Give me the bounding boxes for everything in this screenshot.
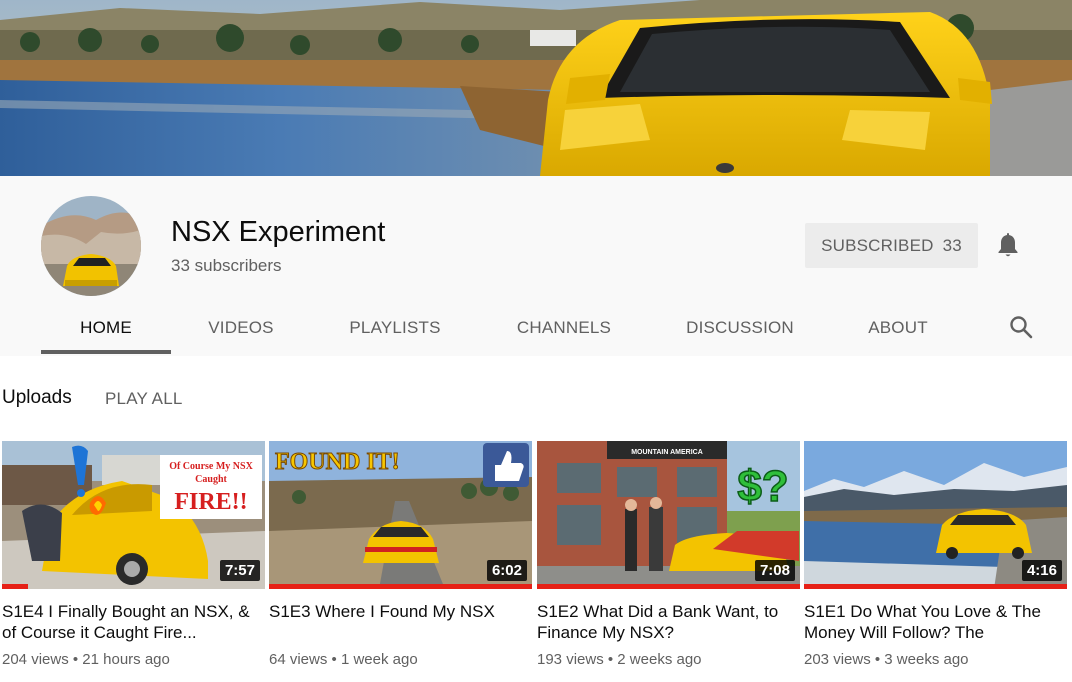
bell-icon[interactable] bbox=[996, 233, 1020, 259]
subscriber-count: 33 subscribers bbox=[171, 256, 282, 275]
uploads-heading: Uploads bbox=[2, 387, 72, 408]
video-duration: 7:08 bbox=[754, 560, 795, 581]
channel-tabs: HOME VIDEOS PLAYLISTS CHANNELS DISCUSSIO… bbox=[0, 304, 1072, 356]
play-all-button[interactable]: PLAY ALL bbox=[105, 389, 183, 409]
tab-home[interactable]: HOME bbox=[41, 304, 171, 352]
video-thumbnail[interactable]: 4:16 bbox=[804, 441, 1067, 589]
banner-image bbox=[0, 0, 1072, 176]
subscribed-count: 33 bbox=[942, 235, 962, 255]
thumb-overlay-text: $? bbox=[737, 462, 788, 511]
channel-banner bbox=[0, 0, 1072, 176]
video-card[interactable]: FOUND IT! 6:02 S1E3 Where I Found My NSX… bbox=[269, 441, 532, 668]
video-duration: 6:02 bbox=[486, 560, 527, 581]
tab-channels[interactable]: CHANNELS bbox=[498, 304, 630, 352]
video-title[interactable]: S1E4 I Finally Bought an NSX, & of Cours… bbox=[2, 601, 265, 643]
video-age: 1 week ago bbox=[340, 651, 418, 668]
video-meta: 204 views • 21 hours ago bbox=[2, 651, 265, 668]
video-duration: 7:57 bbox=[219, 560, 260, 581]
video-meta: 203 views • 3 weeks ago bbox=[804, 651, 1067, 668]
avatar-image bbox=[41, 196, 141, 296]
meta-separator: • bbox=[331, 651, 341, 668]
thumb-overlay-text: FOUND IT! bbox=[275, 449, 400, 475]
subscribed-button[interactable]: SUBSCRIBED 33 bbox=[805, 223, 978, 268]
video-views: 204 views bbox=[2, 651, 69, 668]
channel-name: NSX Experiment bbox=[171, 216, 386, 248]
subscribed-label: SUBSCRIBED bbox=[821, 235, 934, 255]
video-views: 203 views bbox=[804, 651, 871, 668]
video-title[interactable]: S1E2 What Did a Bank Want, to Finance My… bbox=[537, 601, 800, 643]
video-duration: 4:16 bbox=[1021, 560, 1062, 581]
watch-progress-bar bbox=[2, 584, 29, 589]
video-thumbnail[interactable]: FOUND IT! 6:02 bbox=[269, 441, 532, 589]
video-age: 3 weeks ago bbox=[884, 651, 969, 668]
video-thumbnail[interactable]: MOUNTAIN AMERICA $? 7:08 bbox=[537, 441, 800, 589]
meta-separator: • bbox=[72, 651, 83, 668]
search-icon[interactable] bbox=[1008, 314, 1034, 340]
video-views: 64 views bbox=[269, 651, 328, 668]
active-tab-indicator bbox=[41, 350, 171, 354]
thumb-overlay-line1: Of Course My NSX bbox=[169, 461, 253, 472]
video-thumbnail[interactable]: Of Course My NSX Caught FIRE!! 7:57 bbox=[2, 441, 265, 589]
thumb-sign-text: MOUNTAIN AMERICA bbox=[631, 449, 703, 456]
video-views: 193 views bbox=[537, 651, 604, 668]
tab-about[interactable]: ABOUT bbox=[848, 304, 948, 352]
watch-progress-bar bbox=[804, 584, 1067, 589]
tab-playlists[interactable]: PLAYLISTS bbox=[330, 304, 460, 352]
video-title[interactable]: S1E1 Do What You Love & The Money Will F… bbox=[804, 601, 1067, 643]
meta-separator: • bbox=[874, 651, 885, 668]
video-card[interactable]: Of Course My NSX Caught FIRE!! 7:57 S1E4… bbox=[2, 441, 265, 668]
tab-videos[interactable]: VIDEOS bbox=[186, 304, 296, 352]
video-card[interactable]: MOUNTAIN AMERICA $? 7:08 S1E2 What Did a… bbox=[537, 441, 800, 668]
video-age: 2 weeks ago bbox=[617, 651, 702, 668]
video-age: 21 hours ago bbox=[82, 651, 170, 668]
video-title[interactable]: S1E3 Where I Found My NSX bbox=[269, 601, 532, 643]
video-card[interactable]: 4:16 S1E1 Do What You Love & The Money W… bbox=[804, 441, 1067, 668]
tab-discussion[interactable]: DISCUSSION bbox=[672, 304, 808, 352]
youtube-channel-page: NSX Experiment 33 subscribers SUBSCRIBED… bbox=[0, 0, 1072, 682]
channel-header: NSX Experiment 33 subscribers SUBSCRIBED… bbox=[0, 176, 1072, 356]
video-meta: 64 views • 1 week ago bbox=[269, 651, 532, 668]
thumb-overlay-line3: FIRE!! bbox=[174, 489, 247, 515]
channel-avatar[interactable] bbox=[41, 196, 141, 296]
watch-progress-bar bbox=[537, 584, 800, 589]
watch-progress-bar bbox=[269, 584, 532, 589]
video-meta: 193 views • 2 weeks ago bbox=[537, 651, 800, 668]
meta-separator: • bbox=[607, 651, 618, 668]
thumb-overlay-line2: Caught bbox=[195, 474, 227, 485]
